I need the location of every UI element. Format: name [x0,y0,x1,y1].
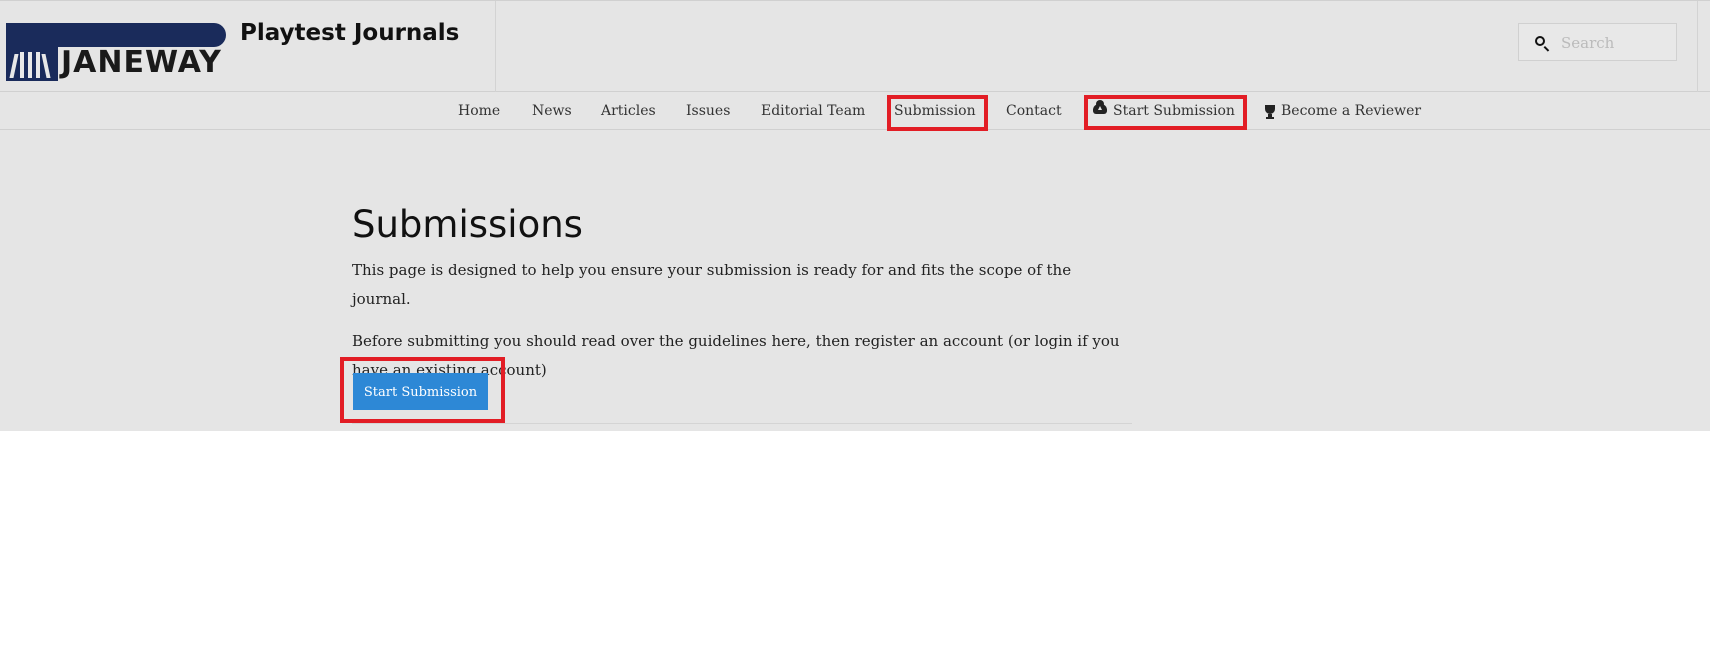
cloud-upload-icon [1093,100,1107,114]
nav-articles[interactable]: Articles [601,92,656,130]
intro-paragraph: This page is designed to help you ensure… [352,261,1072,308]
start-submission-button[interactable]: Start Submission [353,373,488,410]
site-title[interactable]: Playtest Journals [240,20,459,46]
page-shell: JANEWAY Playtest Journals Home News Arti… [0,0,1710,431]
nav-start-submission-label: Start Submission [1113,103,1235,119]
nav-become-reviewer-label: Become a Reviewer [1281,103,1422,119]
nav-issues[interactable]: Issues [686,92,730,130]
search-input[interactable] [1559,30,1673,56]
search-icon[interactable] [1535,36,1545,46]
nav-home[interactable]: Home [458,92,500,130]
books-icon [6,47,58,81]
page-title: Submissions [352,203,583,246]
search-box[interactable] [1518,23,1677,61]
nav-submission[interactable]: Submission [894,92,976,130]
nav-start-submission[interactable]: Start Submission [1093,92,1235,130]
nav-news[interactable]: News [532,92,572,130]
nav-become-reviewer[interactable]: Become a Reviewer [1265,92,1421,130]
header-divider [495,1,496,92]
header-right-edge [1697,1,1698,92]
main-nav: Home News Articles Issues Editorial Team… [0,92,1710,131]
site-header: JANEWAY Playtest Journals [0,0,1710,92]
trophy-icon [1265,104,1275,119]
logo-band [6,23,226,47]
nav-contact[interactable]: Contact [1006,92,1062,130]
nav-editorial-team[interactable]: Editorial Team [761,92,865,130]
main-content: Submissions This page is designed to hel… [340,200,1132,424]
content-divider [352,423,1132,424]
logo-wordmark: JANEWAY [61,45,222,80]
janeway-logo[interactable]: JANEWAY [6,23,226,81]
